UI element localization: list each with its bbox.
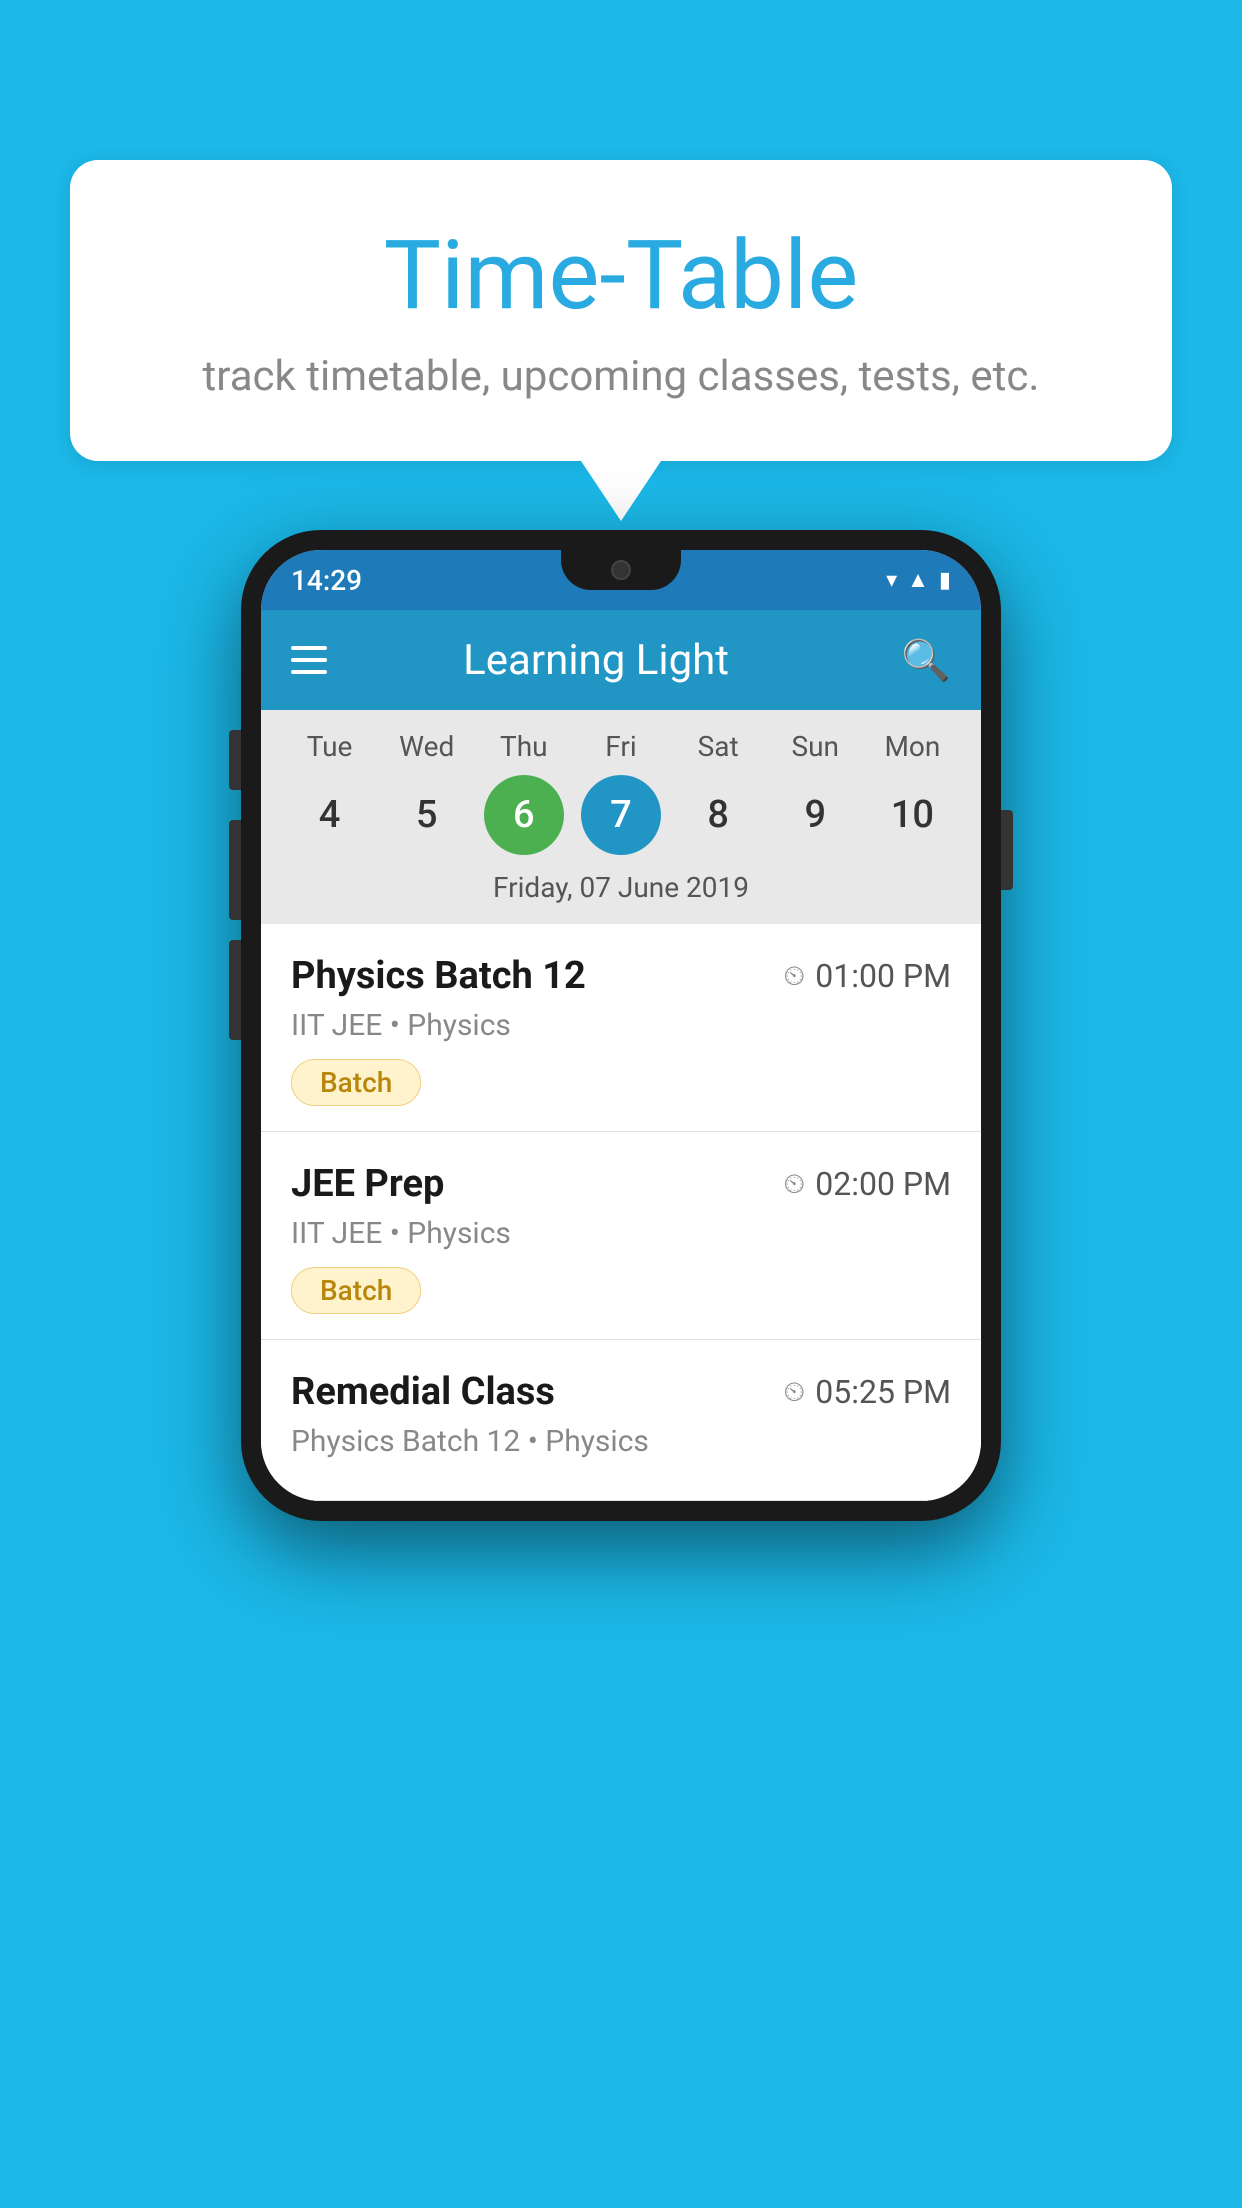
battery-icon: ▮ bbox=[939, 568, 951, 593]
volume-up-button bbox=[229, 820, 241, 920]
camera bbox=[611, 560, 631, 580]
schedule-list: Physics Batch 12 ⏲ 01:00 PM IIT JEE • Ph… bbox=[261, 924, 981, 1501]
day-5[interactable]: 5 bbox=[387, 775, 467, 855]
search-button[interactable]: 🔍 bbox=[901, 637, 951, 684]
schedule-item-2-sub: IIT JEE • Physics bbox=[291, 1216, 951, 1251]
speech-bubble: Time-Table track timetable, upcoming cla… bbox=[70, 160, 1172, 461]
speech-bubble-container: Time-Table track timetable, upcoming cla… bbox=[70, 160, 1172, 521]
bubble-arrow bbox=[581, 461, 661, 521]
schedule-item-3-sub: Physics Batch 12 • Physics bbox=[291, 1424, 951, 1459]
schedule-item-3-header: Remedial Class ⏲ 05:25 PM bbox=[291, 1370, 951, 1414]
schedule-item-2-title: JEE Prep bbox=[291, 1162, 444, 1206]
mute-button bbox=[229, 730, 241, 790]
day-7-selected[interactable]: 7 bbox=[581, 775, 661, 855]
status-bar: 14:29 ▾ ▲ ▮ bbox=[261, 550, 981, 610]
bubble-title: Time-Table bbox=[150, 220, 1092, 332]
signal-icon: ▲ bbox=[907, 567, 929, 593]
schedule-item-2-time-label: 02:00 PM bbox=[815, 1165, 951, 1203]
wifi-icon: ▾ bbox=[886, 568, 897, 593]
day-4[interactable]: 4 bbox=[290, 775, 370, 855]
calendar-section: Tue Wed Thu Fri Sat Sun Mon 4 5 6 7 8 9 … bbox=[261, 710, 981, 924]
clock-icon-1: ⏲ bbox=[783, 959, 805, 993]
day-header-sat: Sat bbox=[678, 730, 758, 763]
schedule-item-2-tag: Batch bbox=[291, 1267, 421, 1314]
phone-frame: 14:29 ▾ ▲ ▮ Learning Light bbox=[241, 530, 1001, 1521]
phone-screen: 14:29 ▾ ▲ ▮ Learning Light bbox=[261, 550, 981, 1501]
day-header-mon: Mon bbox=[872, 730, 952, 763]
schedule-item-2-header: JEE Prep ⏲ 02:00 PM bbox=[291, 1162, 951, 1206]
schedule-item-1-title: Physics Batch 12 bbox=[291, 954, 586, 998]
day-numbers: 4 5 6 7 8 9 10 bbox=[281, 775, 961, 855]
bubble-subtitle: track timetable, upcoming classes, tests… bbox=[150, 352, 1092, 401]
power-button bbox=[1001, 810, 1013, 890]
selected-date-label: Friday, 07 June 2019 bbox=[281, 871, 961, 914]
schedule-item-1-time-label: 01:00 PM bbox=[815, 957, 951, 995]
status-icons: ▾ ▲ ▮ bbox=[886, 567, 951, 593]
schedule-item-1-tag: Batch bbox=[291, 1059, 421, 1106]
day-header-thu: Thu bbox=[484, 730, 564, 763]
schedule-item-3[interactable]: Remedial Class ⏲ 05:25 PM Physics Batch … bbox=[261, 1340, 981, 1501]
day-6-today[interactable]: 6 bbox=[484, 775, 564, 855]
schedule-item-2-time: ⏲ 02:00 PM bbox=[783, 1165, 951, 1203]
schedule-item-3-title: Remedial Class bbox=[291, 1370, 555, 1414]
clock-icon-3: ⏲ bbox=[783, 1375, 805, 1409]
app-title: Learning Light bbox=[321, 636, 871, 685]
schedule-item-1-sub: IIT JEE • Physics bbox=[291, 1008, 951, 1043]
volume-down-button bbox=[229, 940, 241, 1040]
phone-container: 14:29 ▾ ▲ ▮ Learning Light bbox=[241, 530, 1001, 1521]
schedule-item-1[interactable]: Physics Batch 12 ⏲ 01:00 PM IIT JEE • Ph… bbox=[261, 924, 981, 1132]
status-time: 14:29 bbox=[291, 564, 362, 597]
day-headers: Tue Wed Thu Fri Sat Sun Mon bbox=[281, 730, 961, 763]
day-9[interactable]: 9 bbox=[775, 775, 855, 855]
schedule-item-1-header: Physics Batch 12 ⏲ 01:00 PM bbox=[291, 954, 951, 998]
schedule-item-3-time: ⏲ 05:25 PM bbox=[783, 1373, 951, 1411]
schedule-item-3-time-label: 05:25 PM bbox=[815, 1373, 951, 1411]
clock-icon-2: ⏲ bbox=[783, 1167, 805, 1201]
day-header-tue: Tue bbox=[290, 730, 370, 763]
day-10[interactable]: 10 bbox=[872, 775, 952, 855]
app-bar: Learning Light 🔍 bbox=[261, 610, 981, 710]
schedule-item-1-time: ⏲ 01:00 PM bbox=[783, 957, 951, 995]
schedule-item-2[interactable]: JEE Prep ⏲ 02:00 PM IIT JEE • Physics Ba… bbox=[261, 1132, 981, 1340]
day-header-wed: Wed bbox=[387, 730, 467, 763]
day-header-sun: Sun bbox=[775, 730, 855, 763]
notch bbox=[561, 550, 681, 590]
day-header-fri: Fri bbox=[581, 730, 661, 763]
day-8[interactable]: 8 bbox=[678, 775, 758, 855]
